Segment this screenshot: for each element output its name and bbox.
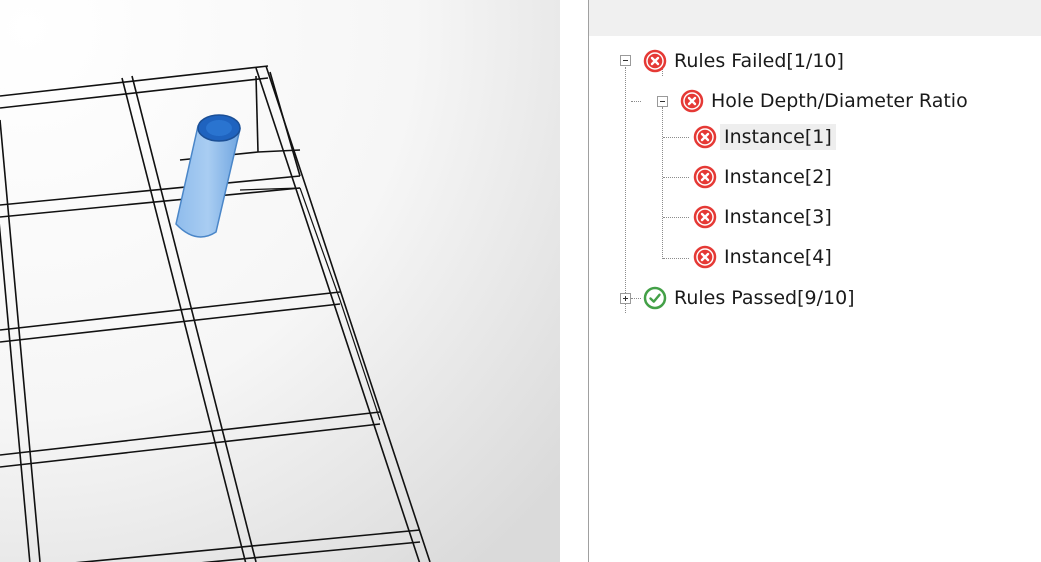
- error-icon: [643, 49, 667, 73]
- expand-toggle-rules-failed[interactable]: [620, 55, 631, 66]
- error-icon: [693, 125, 717, 149]
- dfm-checker-window: Rules Failed[1/10] Hole Depth/Diameter R…: [0, 0, 1041, 562]
- viewport-background: [0, 0, 560, 562]
- tree-guide-line: [663, 258, 689, 259]
- tree-guide-line: [663, 177, 689, 178]
- tree-node-instance-2[interactable]: Instance[2]: [693, 160, 836, 194]
- tree-guide-line: [663, 217, 689, 218]
- hole-opening: [206, 120, 232, 136]
- check-icon: [643, 286, 667, 310]
- error-icon: [693, 245, 717, 269]
- tree-node-instance-1[interactable]: Instance[1]: [693, 120, 836, 154]
- expand-toggle-rules-passed[interactable]: [620, 293, 631, 304]
- tree-node-instance-4[interactable]: Instance[4]: [693, 240, 836, 274]
- tree-node-label: Instance[1]: [720, 124, 836, 150]
- error-icon: [693, 205, 717, 229]
- tree-node-label: Hole Depth/Diameter Ratio: [711, 90, 968, 112]
- tree-guide-line: [631, 101, 641, 102]
- error-icon: [680, 89, 704, 113]
- tree-node-rules-passed[interactable]: Rules Passed[9/10]: [643, 281, 859, 315]
- tree-node-rules-failed[interactable]: Rules Failed[1/10]: [643, 44, 848, 78]
- panel-header: [589, 0, 1041, 36]
- tree-node-hole-depth-diameter-ratio[interactable]: Hole Depth/Diameter Ratio: [680, 84, 972, 118]
- tree-guide-line: [631, 298, 641, 299]
- expand-toggle-hole-ratio[interactable]: [657, 96, 668, 107]
- tree-node-label: Instance[3]: [724, 206, 832, 228]
- tree-guide-line: [625, 67, 626, 313]
- 3d-viewport[interactable]: [0, 0, 560, 562]
- rules-tree[interactable]: Rules Failed[1/10] Hole Depth/Diameter R…: [589, 36, 1041, 562]
- error-icon: [693, 165, 717, 189]
- tree-node-label: Rules Failed[1/10]: [674, 50, 844, 72]
- tree-node-label: Instance[4]: [724, 246, 832, 268]
- tree-node-label: Instance[2]: [724, 166, 832, 188]
- rules-panel: Rules Failed[1/10] Hole Depth/Diameter R…: [588, 0, 1041, 562]
- tree-node-label: Rules Passed[9/10]: [674, 287, 855, 309]
- tree-guide-line: [663, 137, 689, 138]
- tree-guide-line: [662, 107, 663, 259]
- tree-node-instance-3[interactable]: Instance[3]: [693, 200, 836, 234]
- model-canvas[interactable]: [0, 0, 560, 562]
